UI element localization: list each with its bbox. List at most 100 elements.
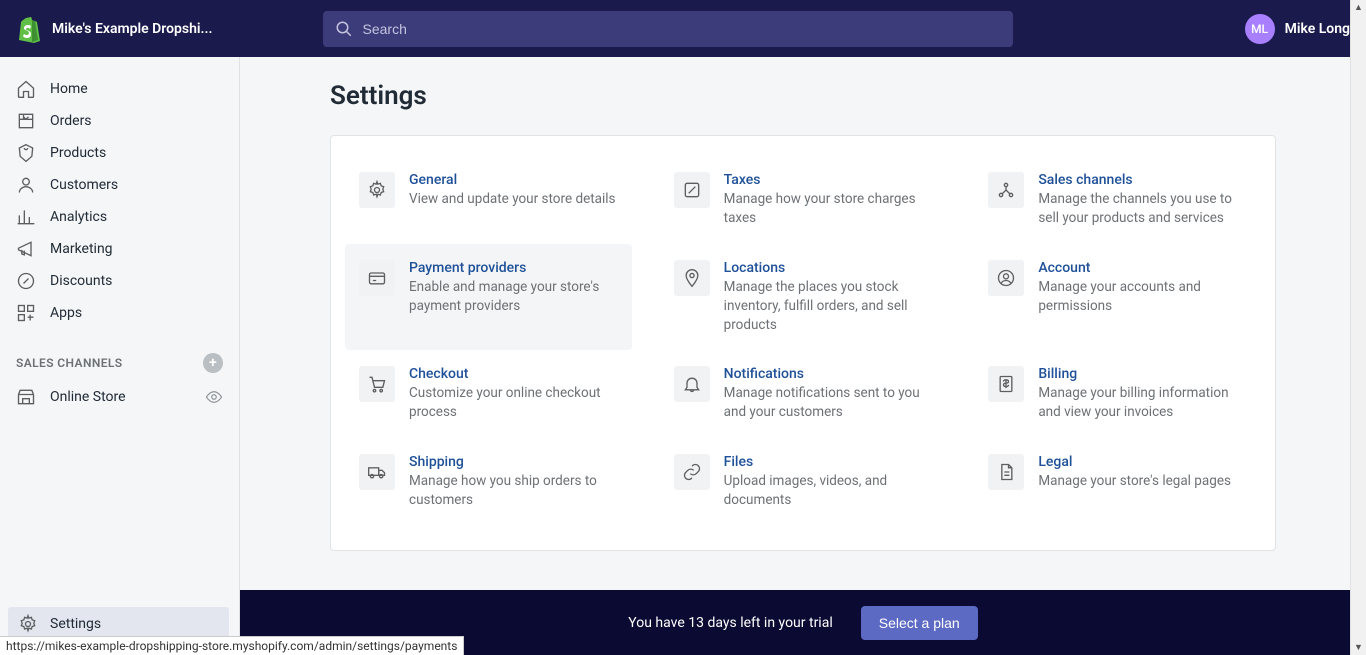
- tile-title: Billing: [1038, 366, 1247, 382]
- settings-tile-checkout[interactable]: Checkout Customize your online checkout p…: [331, 350, 646, 438]
- tile-description: Manage your accounts and permissions: [1038, 278, 1247, 316]
- nav-label: Apps: [50, 305, 82, 321]
- settings-tile-files[interactable]: Files Upload images, videos, and document…: [646, 438, 961, 526]
- sales-channels-header: SALES CHANNELS +: [0, 353, 239, 373]
- settings-label: Settings: [50, 616, 101, 632]
- tile-title: Legal: [1038, 454, 1231, 470]
- tile-title: Taxes: [724, 172, 933, 188]
- orders-icon: [16, 111, 36, 131]
- nav-label: Marketing: [50, 241, 113, 257]
- section-label: SALES CHANNELS: [16, 356, 123, 370]
- settings-tile-locations[interactable]: Locations Manage the places you stock inv…: [646, 244, 961, 351]
- products-icon: [16, 143, 36, 163]
- settings-tile-shipping[interactable]: Shipping Manage how you ship orders to cu…: [331, 438, 646, 526]
- bell-icon: [674, 366, 710, 402]
- sidebar: Home Orders Products Customers Analytics…: [0, 57, 240, 655]
- account-icon: [988, 260, 1024, 296]
- user-menu[interactable]: ML Mike Long: [1245, 14, 1350, 44]
- payment-icon: [359, 260, 395, 296]
- percent-icon: [674, 172, 710, 208]
- select-plan-button[interactable]: Select a plan: [861, 606, 978, 640]
- trial-message: You have 13 days left in your trial: [628, 615, 832, 631]
- nav-products[interactable]: Products: [0, 137, 239, 169]
- nav-label: Home: [50, 81, 88, 97]
- discounts-icon: [16, 271, 36, 291]
- billing-icon: [988, 366, 1024, 402]
- tile-title: Shipping: [409, 454, 618, 470]
- tile-title: Files: [724, 454, 933, 470]
- settings-tile-payment-providers[interactable]: Payment providers Enable and manage your …: [345, 244, 632, 351]
- nav-label: Products: [50, 145, 106, 161]
- document-icon: [988, 454, 1024, 490]
- gear-icon: [359, 172, 395, 208]
- tile-description: Enable and manage your store's payment p…: [409, 278, 618, 316]
- nav-discounts[interactable]: Discounts: [0, 265, 239, 297]
- search-input[interactable]: [363, 21, 1001, 37]
- tile-description: Manage how you ship orders to customers: [409, 472, 618, 510]
- nav-apps[interactable]: Apps: [0, 297, 239, 329]
- nav-marketing[interactable]: Marketing: [0, 233, 239, 265]
- tile-description: Upload images, videos, and documents: [724, 472, 933, 510]
- tile-description: Customize your online checkout process: [409, 384, 618, 422]
- settings-card: General View and update your store detail…: [330, 135, 1276, 551]
- tile-description: Manage notifications sent to you and you…: [724, 384, 933, 422]
- avatar: ML: [1245, 14, 1275, 44]
- nav-orders[interactable]: Orders: [0, 105, 239, 137]
- tile-description: Manage the places you stock inventory, f…: [724, 278, 933, 335]
- settings-tile-general[interactable]: General View and update your store detail…: [331, 156, 646, 244]
- top-bar: Mike's Example Dropshi... ML Mike Long: [0, 0, 1366, 57]
- tile-description: Manage your billing information and view…: [1038, 384, 1247, 422]
- search-icon: [335, 20, 353, 38]
- settings-tile-notifications[interactable]: Notifications Manage notifications sent t…: [646, 350, 961, 438]
- tile-description: Manage the channels you use to sell your…: [1038, 190, 1247, 228]
- tile-title: Sales channels: [1038, 172, 1247, 188]
- checkout-icon: [359, 366, 395, 402]
- nav-label: Analytics: [50, 209, 107, 225]
- view-icon[interactable]: [205, 388, 223, 406]
- channel-online-store[interactable]: Online Store: [0, 381, 239, 413]
- add-channel-button[interactable]: +: [203, 353, 223, 373]
- channels-icon: [988, 172, 1024, 208]
- tile-title: Payment providers: [409, 260, 618, 276]
- tile-description: View and update your store details: [409, 190, 616, 209]
- user-name: Mike Long: [1285, 21, 1350, 37]
- apps-icon: [16, 303, 36, 323]
- nav-analytics[interactable]: Analytics: [0, 201, 239, 233]
- tile-title: Locations: [724, 260, 933, 276]
- nav-customers[interactable]: Customers: [0, 169, 239, 201]
- settings-tile-legal[interactable]: Legal Manage your store's legal pages: [960, 438, 1275, 526]
- settings-tile-sales-channels[interactable]: Sales channels Manage the channels you us…: [960, 156, 1275, 244]
- settings-tile-account[interactable]: Account Manage your accounts and permissi…: [960, 244, 1275, 351]
- page-title: Settings: [330, 81, 1366, 111]
- link-icon: [674, 454, 710, 490]
- main-content: Settings General View and update your sto…: [240, 57, 1366, 590]
- customers-icon: [16, 175, 36, 195]
- store-name[interactable]: Mike's Example Dropshi...: [52, 21, 213, 37]
- search-bar[interactable]: [323, 11, 1013, 47]
- shopify-logo-icon: [16, 15, 40, 43]
- tile-title: General: [409, 172, 616, 188]
- tile-title: Account: [1038, 260, 1247, 276]
- home-icon: [16, 79, 36, 99]
- store-icon: [16, 387, 36, 407]
- settings-tile-taxes[interactable]: Taxes Manage how your store charges taxes: [646, 156, 961, 244]
- analytics-icon: [16, 207, 36, 227]
- tile-title: Checkout: [409, 366, 618, 382]
- settings-tile-billing[interactable]: Billing Manage your billing information a…: [960, 350, 1275, 438]
- truck-icon: [359, 454, 395, 490]
- marketing-icon: [16, 239, 36, 259]
- tile-description: Manage how your store charges taxes: [724, 190, 933, 228]
- nav-label: Orders: [50, 113, 92, 129]
- tile-title: Notifications: [724, 366, 933, 382]
- status-url: https://mikes-example-dropshipping-store…: [0, 636, 464, 655]
- gear-icon: [18, 614, 38, 634]
- nav-home[interactable]: Home: [0, 73, 239, 105]
- scroll-down-icon[interactable]: ▼: [1354, 642, 1363, 653]
- location-icon: [674, 260, 710, 296]
- tile-description: Manage your store's legal pages: [1038, 472, 1231, 491]
- channel-label: Online Store: [50, 389, 126, 405]
- scroll-up-icon[interactable]: ▲: [1354, 2, 1363, 13]
- nav-label: Discounts: [50, 273, 112, 289]
- scrollbar[interactable]: ▲ ▼: [1350, 0, 1366, 655]
- nav-label: Customers: [50, 177, 118, 193]
